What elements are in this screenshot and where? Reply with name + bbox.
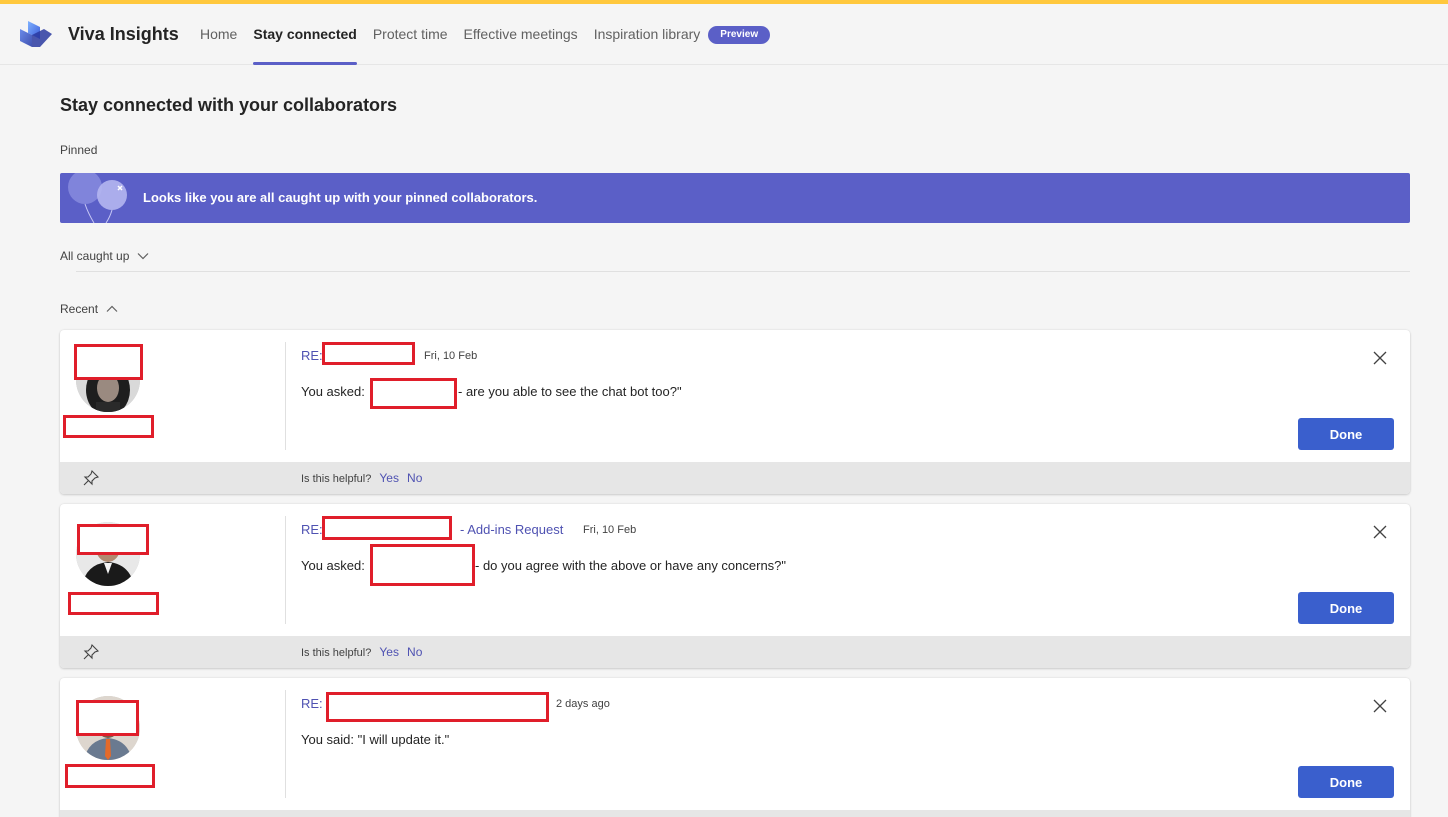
done-button[interactable]: Done	[1298, 592, 1394, 624]
message-date: 2 days ago	[556, 698, 610, 710]
message-prefix: You asked:	[301, 384, 365, 399]
close-icon[interactable]	[1372, 524, 1388, 540]
close-icon[interactable]	[1372, 350, 1388, 366]
helpful-no-link[interactable]: No	[407, 645, 422, 659]
card-footer: Is this helpful? Yes No	[60, 636, 1410, 668]
nav-tab-effective-meetings[interactable]: Effective meetings	[464, 4, 578, 65]
pinned-section-label: Pinned	[60, 143, 98, 157]
message-prefix: You asked:	[301, 558, 365, 573]
chevron-up-icon	[106, 305, 118, 312]
helpful-feedback: Is this helpful? Yes No	[301, 645, 422, 659]
balloons-icon	[68, 173, 127, 223]
card-footer	[60, 810, 1410, 817]
pin-icon[interactable]	[82, 643, 100, 661]
banner-text: Looks like you are all caught up with yo…	[143, 190, 538, 205]
collaborator-info	[60, 330, 286, 462]
collaborator-card: RE: K 2 days ago You said: "I will updat…	[60, 678, 1410, 817]
viva-insights-logo-icon	[20, 21, 52, 47]
section-divider	[76, 271, 1410, 272]
redacted-name	[77, 524, 149, 555]
helpful-no-link[interactable]: No	[407, 471, 422, 485]
preview-badge: Preview	[708, 25, 771, 44]
nav-tab-inspiration-library[interactable]: Inspiration library	[594, 4, 701, 65]
nav-tab-home[interactable]: Home	[200, 4, 237, 65]
redacted-subject	[322, 342, 415, 365]
pin-icon[interactable]	[82, 469, 100, 487]
helpful-question: Is this helpful?	[301, 647, 372, 659]
helpful-question: Is this helpful?	[301, 473, 372, 485]
redacted-name	[74, 344, 143, 380]
nav-tab-stay-connected[interactable]: Stay connected	[253, 4, 358, 65]
nav-tab-protect-time[interactable]: Protect time	[373, 4, 448, 65]
card-footer: Is this helpful? Yes No	[60, 462, 1410, 494]
top-nav: Home Stay connected Protect time Effecti…	[200, 4, 771, 65]
redacted-title	[68, 592, 159, 615]
recent-toggle[interactable]: Recent	[60, 302, 118, 316]
all-caught-up-toggle[interactable]: All caught up	[60, 249, 149, 263]
message-date: Fri, 10 Feb	[583, 524, 637, 536]
card-separator	[285, 690, 286, 798]
app-header: Viva Insights Home Stay connected Protec…	[0, 4, 1448, 65]
app-title: Viva Insights	[68, 24, 179, 44]
redacted-recipient	[370, 378, 457, 409]
collaborator-card: RE: Fri, 10 Feb You asked: - are you abl…	[60, 330, 1410, 494]
collaborator-info	[60, 504, 286, 636]
message-date: Fri, 10 Feb	[424, 350, 478, 362]
helpful-feedback: Is this helpful? Yes No	[301, 471, 422, 485]
chevron-down-icon	[137, 253, 149, 260]
message-text: - are you able to see the chat bot too?"	[458, 384, 682, 399]
all-caught-up-banner: Looks like you are all caught up with yo…	[60, 173, 1410, 223]
collaborator-info	[60, 678, 286, 810]
collaborator-card: RE: - Add-ins Request Fri, 10 Feb You as…	[60, 504, 1410, 668]
all-caught-up-label: All caught up	[60, 249, 130, 263]
close-icon[interactable]	[1372, 698, 1388, 714]
email-subject-link[interactable]: RE:	[301, 348, 323, 363]
helpful-yes-link[interactable]: Yes	[379, 471, 399, 485]
redacted-name	[76, 700, 139, 736]
done-button[interactable]: Done	[1298, 418, 1394, 450]
done-button[interactable]: Done	[1298, 766, 1394, 798]
email-subject-link[interactable]: RE:	[301, 522, 323, 537]
redacted-subject	[326, 692, 549, 722]
helpful-yes-link[interactable]: Yes	[379, 645, 399, 659]
card-separator	[285, 516, 286, 624]
recent-label: Recent	[60, 302, 99, 316]
redacted-subject	[322, 516, 452, 540]
page-title: Stay connected with your collaborators	[60, 95, 398, 115]
redacted-title	[65, 764, 155, 788]
email-subject-suffix[interactable]: - Add-ins Request	[460, 522, 563, 537]
redacted-recipient	[370, 544, 475, 586]
message-text: You said: "I will update it."	[301, 732, 450, 747]
message-text: - do you agree with the above or have an…	[475, 558, 787, 573]
card-separator	[285, 342, 286, 450]
redacted-title	[63, 415, 154, 438]
